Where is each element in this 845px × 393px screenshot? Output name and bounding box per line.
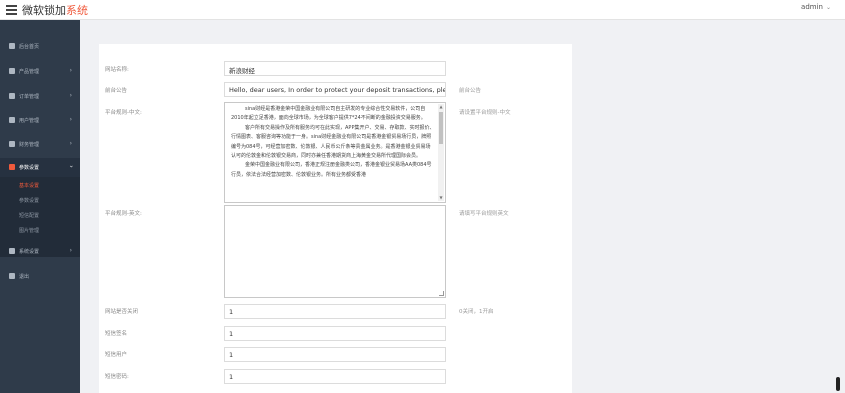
sidebar-item-finance[interactable]: 财务管理 › bbox=[0, 135, 80, 155]
chevron-down-icon: ⌄ bbox=[825, 4, 831, 11]
settings-icon bbox=[9, 164, 15, 170]
resize-handle[interactable] bbox=[439, 291, 444, 296]
sms-sign-label: 短信签名 bbox=[105, 331, 128, 337]
site-name-label: 网站名称: bbox=[105, 67, 129, 73]
page-scrollbar-thumb[interactable] bbox=[836, 377, 840, 391]
rules-cn-label: 平台规则-中文: bbox=[105, 110, 142, 116]
submenu-item-sms[interactable]: 短信配置 bbox=[19, 212, 39, 219]
chevron-right-icon: › bbox=[69, 247, 72, 254]
chevron-right-icon: › bbox=[69, 116, 72, 123]
top-bar: 微软锁加系统 admin ⌄ bbox=[0, 0, 845, 20]
sidebar-item-users[interactable]: 用户管理 › bbox=[0, 111, 80, 131]
user-menu[interactable]: admin ⌄ bbox=[801, 3, 831, 11]
system-icon bbox=[9, 248, 15, 254]
rules-en-hint: 请填写平台规则英文 bbox=[459, 211, 509, 217]
submenu-item-basic[interactable]: 基本设置 bbox=[19, 182, 39, 189]
scroll-down-icon[interactable]: ▼ bbox=[438, 195, 444, 201]
app-title-accent: 系统 bbox=[66, 4, 88, 17]
notice-label: 前台公告 bbox=[105, 88, 128, 94]
rules-cn-textarea[interactable]: sina财经是香港金荣中国金融业有限公司自主研发的专业综合性交易软件，公司自20… bbox=[224, 102, 446, 203]
chevron-right-icon: › bbox=[69, 92, 72, 99]
site-close-label: 网站是否关闭 bbox=[105, 309, 139, 315]
dashboard-icon bbox=[9, 43, 15, 49]
app-title: 微软锁加系统 bbox=[22, 2, 88, 18]
sidebar: 后台首页 产品管理 › 订单管理 › 用户管理 › 财务管理 › 参数设置 › … bbox=[0, 20, 80, 393]
sidebar-item-label: 用户管理 bbox=[19, 118, 40, 124]
finance-icon bbox=[9, 141, 15, 147]
chevron-right-icon: › bbox=[69, 140, 72, 147]
chevron-right-icon: › bbox=[69, 67, 72, 74]
rules-cn-paragraph: 客户所有交易操作及所有服务均可在此实现，APP集开户、交易、存取款、实时报价、行… bbox=[231, 124, 435, 160]
order-icon bbox=[9, 93, 15, 99]
app-title-main: 微软锁加 bbox=[22, 4, 66, 17]
sidebar-item-dashboard[interactable]: 后台首页 bbox=[0, 37, 80, 57]
sms-user-label: 短信用户 bbox=[105, 352, 128, 358]
sidebar-item-label: 订单管理 bbox=[19, 94, 40, 100]
sidebar-item-label: 后台首页 bbox=[19, 44, 40, 50]
sidebar-item-products[interactable]: 产品管理 › bbox=[0, 62, 80, 82]
notice-input[interactable]: Hello, dear users, In order to protect y… bbox=[224, 82, 446, 97]
site-close-hint: 0关闭，1开启 bbox=[459, 309, 494, 315]
menu-toggle-icon[interactable] bbox=[6, 3, 17, 16]
sidebar-item-label: 财务管理 bbox=[19, 142, 40, 148]
sidebar-item-label: 系统设置 bbox=[19, 249, 40, 255]
chevron-down-icon: › bbox=[67, 165, 75, 168]
user-icon bbox=[9, 117, 15, 123]
rules-en-label: 平台规则-英文: bbox=[105, 211, 142, 217]
sidebar-item-label: 参数设置 bbox=[19, 165, 40, 171]
settings-form: 网站名称: 新浪财经 前台公告 Hello, dear users, In or… bbox=[99, 44, 572, 393]
scrollbar-thumb[interactable] bbox=[439, 112, 443, 144]
sms-pass-label: 短信密码: bbox=[105, 374, 129, 380]
sidebar-item-label: 产品管理 bbox=[19, 69, 40, 75]
site-name-input[interactable]: 新浪财经 bbox=[224, 61, 446, 76]
textarea-scrollbar[interactable]: ▲ ▼ bbox=[438, 104, 444, 201]
sidebar-item-orders[interactable]: 订单管理 › bbox=[0, 87, 80, 107]
user-name: admin bbox=[801, 3, 823, 11]
rules-cn-hint: 请设置平台规则-中文 bbox=[459, 110, 511, 116]
scroll-up-icon[interactable]: ▲ bbox=[438, 104, 444, 110]
sms-user-input[interactable]: 1 bbox=[224, 347, 446, 362]
sms-sign-input[interactable]: 1 bbox=[224, 326, 446, 341]
notice-hint: 前台公告 bbox=[459, 88, 482, 94]
logout-icon bbox=[9, 273, 15, 279]
site-close-input[interactable]: 1 bbox=[224, 304, 446, 319]
sms-pass-input[interactable]: 1 bbox=[224, 369, 446, 384]
rules-en-textarea[interactable] bbox=[224, 205, 446, 298]
sidebar-item-logout[interactable]: 退出 bbox=[0, 267, 80, 287]
product-icon bbox=[9, 68, 15, 74]
submenu-item-images[interactable]: 图片管理 bbox=[19, 227, 39, 234]
sidebar-item-params[interactable]: 参数设置 › bbox=[0, 158, 80, 178]
rules-cn-paragraph: 金荣中国金融业有限公司，香港正规注册金融类公司，香港金银业贸易场AA类084号行… bbox=[231, 162, 432, 178]
rules-cn-paragraph: sina财经是香港金荣中国金融业有限公司自主研发的专业综合性交易软件，公司自20… bbox=[231, 106, 426, 122]
sidebar-item-system[interactable]: 系统设置 › bbox=[0, 242, 80, 262]
sidebar-item-label: 退出 bbox=[19, 274, 30, 280]
submenu-item-params[interactable]: 参数设置 bbox=[19, 197, 39, 204]
